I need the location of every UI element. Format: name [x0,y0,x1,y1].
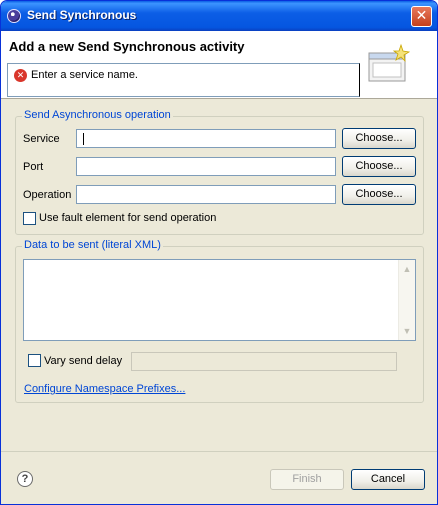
vary-delay-checkbox[interactable] [28,354,41,367]
error-message: Enter a service name. [31,69,138,81]
close-button[interactable]: ✕ [411,6,432,27]
wizard-header: Add a new Send Synchronous activity ✕ En… [1,31,437,99]
close-icon: ✕ [415,8,428,24]
delay-input [131,352,397,371]
scroll-up-icon[interactable]: ▲ [399,261,415,277]
window-title: Send Synchronous [27,8,137,22]
service-input[interactable] [76,129,336,148]
footer-divider [1,451,437,452]
help-icon[interactable]: ? [17,471,33,487]
message-area: ✕ Enter a service name. [7,63,360,97]
finish-button[interactable]: Finish [270,469,344,490]
choose-port-button[interactable]: Choose... [342,156,416,177]
xml-textarea[interactable]: ▲ ▼ [23,259,416,341]
fault-element-label: Use fault element for send operation [39,212,217,224]
operation-label: Operation [23,189,72,201]
choose-service-button[interactable]: Choose... [342,128,416,149]
port-input[interactable] [76,157,336,176]
port-label: Port [23,161,44,173]
choose-operation-button[interactable]: Choose... [342,184,416,205]
title-bar[interactable]: Send Synchronous ✕ [1,1,437,31]
operation-group-label: Send Asynchronous operation [22,109,173,121]
eclipse-icon [7,9,21,23]
scroll-down-icon[interactable]: ▼ [399,323,415,339]
vertical-scrollbar[interactable]: ▲ ▼ [398,260,415,340]
wizard-banner-icon [368,43,411,82]
page-title: Add a new Send Synchronous activity [9,39,245,54]
service-label: Service [23,133,60,145]
error-icon: ✕ [14,69,27,82]
dialog-window: Send Synchronous ✕ Add a new Send Synchr… [0,0,438,505]
operation-input[interactable] [76,185,336,204]
text-caret [83,133,84,145]
cancel-button[interactable]: Cancel [351,469,425,490]
fault-element-checkbox[interactable] [23,212,36,225]
configure-namespace-link[interactable]: Configure Namespace Prefixes... [24,383,185,395]
data-group-label: Data to be sent (literal XML) [22,239,163,251]
vary-delay-label: Vary send delay [44,355,123,367]
